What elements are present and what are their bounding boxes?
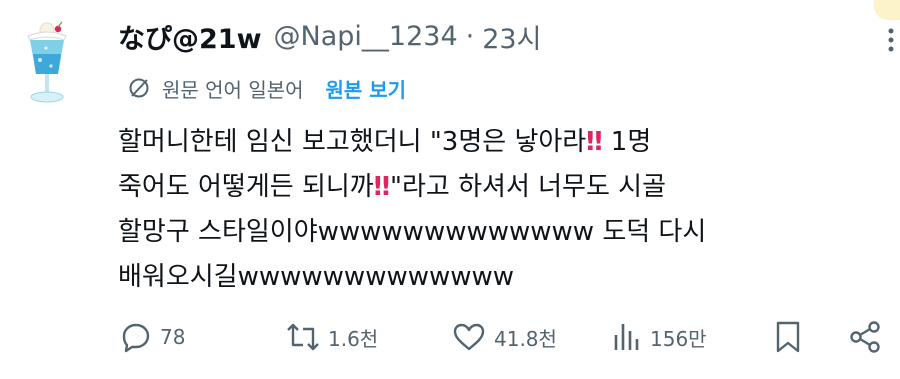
translate-icon xyxy=(129,78,149,98)
more-vertical-icon[interactable] xyxy=(888,28,894,52)
views-icon xyxy=(614,324,639,350)
views-count: 156만 xyxy=(650,326,707,351)
views-button[interactable]: 156만 xyxy=(612,316,707,358)
reply-icon xyxy=(122,323,150,353)
separator-dot: · xyxy=(465,20,475,52)
tweet-text-part-1: 할머니한테 임신 보고했더니 "3명은 낳아라 xyxy=(118,127,587,157)
translation-notice: 원문 언어 일본어 원본 보기 xyxy=(128,72,406,104)
reply-button[interactable]: 78 xyxy=(120,316,185,358)
like-count: 41.8천 xyxy=(494,326,557,351)
tweet-text: 할머니한테 임신 보고했더니 "3명은 낳아라‼ 1명 죽어도 어떻게든 되니까… xyxy=(118,120,878,300)
action-bar: 78 1.6천 41.8천 156만 xyxy=(120,316,890,358)
like-button[interactable]: 41.8천 xyxy=(452,316,557,358)
tweet-card: なぴ@21w @Napi__1234 · 23시 원문 언어 일본어 원본 보기… xyxy=(0,0,900,379)
avatar[interactable] xyxy=(18,20,76,106)
retweet-icon xyxy=(287,323,319,351)
view-original-link[interactable]: 원본 보기 xyxy=(326,74,407,103)
translation-label: 원문 언어 일본어 xyxy=(162,77,304,102)
bookmark-button[interactable] xyxy=(774,316,810,358)
double-exclamation-icon: ‼ xyxy=(373,172,390,202)
double-exclamation-icon: ‼ xyxy=(586,127,602,157)
share-icon xyxy=(850,321,880,353)
display-name[interactable]: なぴ@21w xyxy=(118,17,262,56)
user-handle[interactable]: @Napi__1234 xyxy=(274,21,458,52)
share-button[interactable] xyxy=(848,316,890,358)
tweet-header: なぴ@21w @Napi__1234 · 23시 xyxy=(118,16,541,56)
heart-icon xyxy=(453,323,485,351)
bookmark-icon xyxy=(776,321,800,353)
retweet-count: 1.6천 xyxy=(328,326,379,351)
reply-count: 78 xyxy=(160,325,186,349)
retweet-button[interactable]: 1.6천 xyxy=(286,316,378,358)
timestamp[interactable]: 23시 xyxy=(482,17,541,56)
corner-decoration xyxy=(874,0,900,20)
